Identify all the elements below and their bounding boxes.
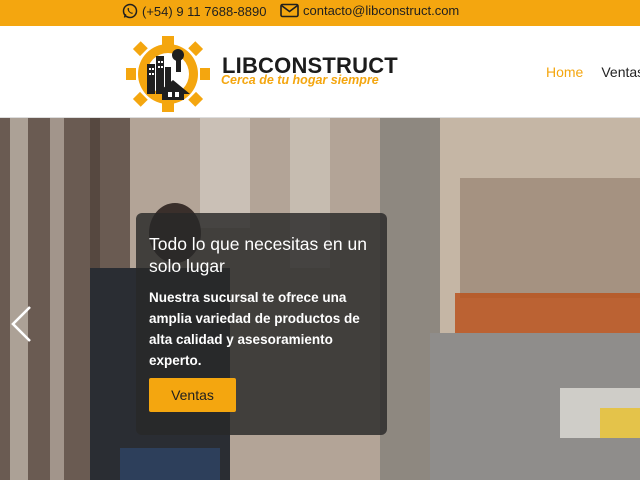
email-address: contacto@libconstruct.com <box>303 3 460 18</box>
nav-link-ventas[interactable]: Ventas <box>601 64 640 80</box>
hero-caption: Todo lo que necesitas en un solo lugar N… <box>136 213 387 435</box>
main-nav: Home Ventas <box>546 64 640 80</box>
envelope-icon <box>280 3 299 18</box>
libconstruct-logo[interactable] <box>118 32 218 116</box>
email-contact[interactable]: contacto@libconstruct.com <box>280 3 459 18</box>
hero-slider: Todo lo que necesitas en un solo lugar N… <box>0 118 640 480</box>
nav-link-home[interactable]: Home <box>546 64 583 80</box>
hero-title: Todo lo que necesitas en un solo lugar <box>149 234 367 276</box>
phone-contact[interactable]: (+54) 9 11 7688-8890 <box>122 3 266 19</box>
brand-tagline: Cerca de tu hogar siempre <box>221 73 379 87</box>
ventas-button[interactable]: Ventas <box>149 378 236 412</box>
hero-description: Nuestra sucursal te ofrece una amplia va… <box>149 290 360 368</box>
whatsapp-icon <box>122 3 138 19</box>
contact-bar: (+54) 9 11 7688-8890 contacto@libconstru… <box>0 0 640 26</box>
phone-number: (+54) 9 11 7688-8890 <box>142 3 267 19</box>
chevron-left-icon[interactable] <box>8 304 34 344</box>
site-header: LIBCONSTRUCT Cerca de tu hogar siempre H… <box>0 26 640 118</box>
